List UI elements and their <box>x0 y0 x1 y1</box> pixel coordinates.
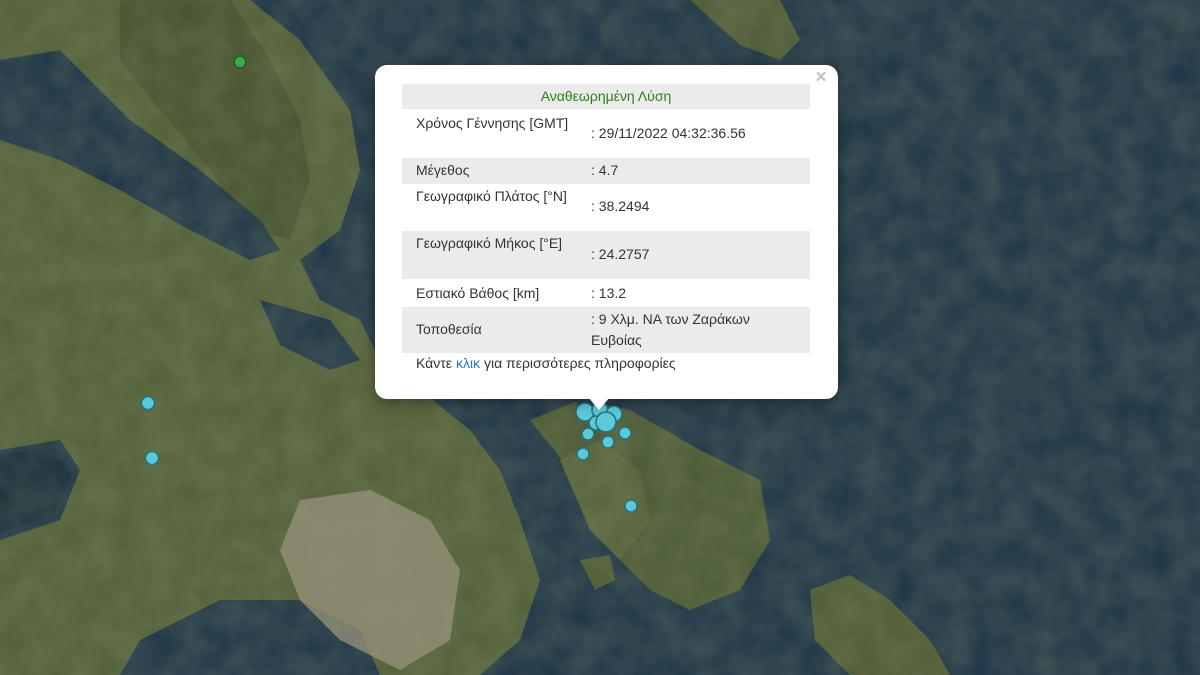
row-value: : 24.2757 <box>591 246 650 262</box>
earthquake-marker[interactable] <box>140 395 156 411</box>
earthquake-marker[interactable] <box>581 427 595 441</box>
close-icon[interactable]: × <box>812 68 830 87</box>
earthquake-marker[interactable] <box>624 499 638 513</box>
footer-text-pre: Κάντε <box>416 355 453 371</box>
row-origin-time: Χρόνος Γέννησης [GMT] : 29/11/2022 04:32… <box>402 111 810 157</box>
row-value: : 9 Χλμ. ΝΑ των Ζαράκων Ευβοίας <box>591 311 750 348</box>
earthquake-marker[interactable] <box>601 435 615 449</box>
row-label: Γεωγραφικό Πλάτος [°N] <box>416 188 567 204</box>
earthquake-marker[interactable] <box>144 450 160 466</box>
row-location: Τοποθεσία : 9 Χλμ. ΝΑ των Ζαράκων Ευβοία… <box>402 307 810 353</box>
popup-footer: Κάντε κλικ για περισσότερες πληροφορίες <box>416 355 676 371</box>
row-label: Γεωγραφικό Μήκος [°E] <box>416 235 563 251</box>
row-value: : 13.2 <box>591 285 627 301</box>
row-value: : 29/11/2022 04:32:36.56 <box>591 125 746 141</box>
earthquake-marker[interactable] <box>576 447 590 461</box>
earthquake-info-popup: × Αναθεωρημένη Λύση Χρόνος Γέννησης [GMT… <box>375 65 838 399</box>
row-magnitude: Μέγεθος : 4.7 <box>402 158 810 184</box>
row-label: Χρόνος Γέννησης [GMT] <box>416 115 569 131</box>
row-latitude: Γεωγραφικό Πλάτος [°N] : 38.2494 <box>402 184 810 230</box>
row-label: Μέγεθος <box>416 162 470 178</box>
earthquake-marker-green[interactable] <box>233 55 247 69</box>
row-label: Τοποθεσία <box>416 321 482 337</box>
row-depth: Εστιακό Βάθος [km] : 13.2 <box>402 280 810 306</box>
earthquake-marker-selected[interactable] <box>595 411 617 433</box>
footer-text-post: για περισσότερες πληροφορίες <box>483 355 676 371</box>
row-value: : 4.7 <box>591 162 619 178</box>
more-info-link[interactable]: κλικ <box>456 355 480 371</box>
popup-pointer <box>588 397 610 410</box>
row-longitude: Γεωγραφικό Μήκος [°E] : 24.2757 <box>402 231 810 279</box>
row-label: Εστιακό Βάθος [km] <box>416 285 540 301</box>
earthquake-marker[interactable] <box>618 426 632 440</box>
popup-title: Αναθεωρημένη Λύση <box>402 84 810 109</box>
row-value: : 38.2494 <box>591 198 650 214</box>
